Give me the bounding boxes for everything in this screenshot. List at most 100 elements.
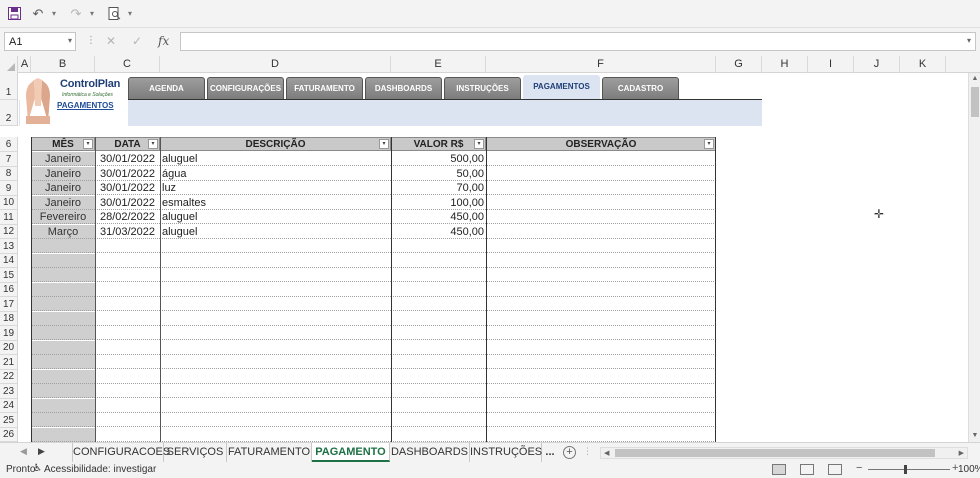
tab-dashboards[interactable]: DASHBOARDS [365,77,442,99]
table-cell-descricao[interactable] [160,355,391,370]
table-cell-valor[interactable] [391,312,486,327]
sheet-tab-faturamento[interactable]: FATURAMENTO [227,443,312,462]
column-header-d[interactable]: D [160,56,391,73]
table-cell-data[interactable] [95,268,160,283]
row-header[interactable]: 7 [0,152,18,167]
row-header[interactable]: 18 [0,312,18,326]
row-header[interactable]: 8 [0,167,18,181]
row-header[interactable]: 13 [0,239,18,254]
row-header[interactable]: 19 [0,326,18,341]
tab-agenda[interactable]: AGENDA [128,77,205,99]
row-header[interactable]: 6 [0,137,18,152]
table-cell-mes[interactable] [31,297,95,312]
sheet-tab-configuracoes[interactable]: CONFIGURACOES [72,443,170,462]
row-header[interactable]: 22 [0,370,18,384]
vertical-scrollbar[interactable]: ▲ ▼ [968,73,980,442]
column-header-j[interactable]: J [854,56,900,73]
add-sheet-button[interactable]: + [563,446,576,459]
filter-dropdown-icon[interactable]: ▾ [83,139,93,149]
table-cell-observacao[interactable] [486,355,716,370]
filter-dropdown-icon[interactable]: ▾ [148,139,158,149]
scroll-right-icon[interactable]: ▶ [959,448,964,459]
zoom-out-icon[interactable]: − [856,462,862,474]
table-cell-mes[interactable] [31,283,95,298]
table-cell-data[interactable] [95,370,160,385]
table-cell-descricao[interactable] [160,384,391,399]
table-cell-observacao[interactable] [486,239,716,254]
table-cell-descricao[interactable] [160,239,391,254]
select-all-corner[interactable] [0,56,18,73]
table-cell-descricao[interactable]: esmaltes [160,196,391,211]
table-cell-descricao[interactable] [160,283,391,298]
scroll-thumb[interactable] [971,87,979,117]
table-cell-mes[interactable]: Janeiro [31,181,95,196]
column-header-f[interactable]: F [486,56,716,73]
table-cell-observacao[interactable] [486,196,716,211]
row-header[interactable]: 1 [0,73,18,100]
table-cell-descricao[interactable] [160,297,391,312]
table-cell-descricao[interactable] [160,312,391,327]
table-cell-valor[interactable] [391,413,486,428]
table-cell-valor[interactable]: 450,00 [391,225,486,240]
row-header[interactable]: 20 [0,341,18,355]
table-cell-mes[interactable] [31,384,95,399]
column-header-a[interactable]: A [19,56,31,73]
table-cell-observacao[interactable] [486,399,716,414]
fx-icon[interactable]: fx [158,34,169,48]
row-header[interactable]: 25 [0,413,18,428]
filter-dropdown-icon[interactable]: ▾ [474,139,484,149]
table-cell-mes[interactable] [31,370,95,385]
undo-icon[interactable]: ↶ [28,4,48,24]
chevron-down-icon[interactable]: ▾ [68,36,72,45]
scroll-thumb[interactable] [615,449,935,457]
prev-sheet-icon[interactable]: ◀ [20,446,27,457]
row-header[interactable]: 2 [0,100,18,126]
table-cell-descricao[interactable]: água [160,167,391,182]
table-cell-observacao[interactable] [486,297,716,312]
table-cell-valor[interactable]: 100,00 [391,196,486,211]
table-cell-mes[interactable]: Janeiro [31,152,95,167]
next-sheet-icon[interactable]: ▶ [38,446,45,457]
row-header[interactable]: 15 [0,268,18,283]
table-cell-descricao[interactable] [160,341,391,356]
table-cell-descricao[interactable] [160,268,391,283]
worksheet-grid[interactable]: A B C D E F G H I J K 1 2 6 7 8 9 10 11 … [0,56,980,442]
column-header-k[interactable]: K [900,56,946,73]
name-box[interactable]: A1 ▾ [4,32,76,51]
table-cell-data[interactable] [95,413,160,428]
save-icon[interactable] [4,4,24,24]
tab-faturamento[interactable]: FATURAMENTO [286,77,363,99]
table-cell-data[interactable]: 30/01/2022 [95,181,160,196]
table-cell-data[interactable] [95,297,160,312]
tab-pagamentos[interactable]: PAGAMENTOS [523,75,600,100]
table-cell-data[interactable] [95,326,160,341]
table-cell-data[interactable]: 28/02/2022 [95,210,160,225]
table-cell-mes[interactable]: Janeiro [31,196,95,211]
sheet-tab-dashboards[interactable]: DASHBOARDS [390,443,470,462]
table-cell-observacao[interactable] [486,370,716,385]
table-cell-valor[interactable] [391,428,486,442]
table-cell-data[interactable] [95,384,160,399]
table-cell-mes[interactable]: Fevereiro [31,210,95,225]
redo-dropdown-icon[interactable]: ▾ [90,9,100,18]
column-header-h[interactable]: H [762,56,808,73]
table-cell-descricao[interactable] [160,326,391,341]
table-cell-observacao[interactable] [486,225,716,240]
tab-configuracoes[interactable]: CONFIGURAÇÕES [207,77,284,99]
sheet-tab-servicos[interactable]: SERVIÇOS [164,443,227,462]
table-cell-descricao[interactable]: aluguel [160,152,391,167]
table-cell-mes[interactable] [31,268,95,283]
row-header[interactable]: 26 [0,428,18,442]
table-cell-mes[interactable] [31,428,95,442]
normal-view-icon[interactable] [772,464,786,475]
table-cell-valor[interactable] [391,326,486,341]
table-cell-observacao[interactable] [486,254,716,269]
table-cell-data[interactable] [95,254,160,269]
accessibility-icon[interactable]: ♿ [33,463,42,474]
sheet-tab-instrucoes[interactable]: INSTRUÇÕES [470,443,542,462]
table-cell-mes[interactable]: Março [31,225,95,240]
undo-dropdown-icon[interactable]: ▾ [52,9,62,18]
table-cell-data[interactable] [95,399,160,414]
table-cell-valor[interactable] [391,254,486,269]
row-header[interactable]: 9 [0,181,18,196]
